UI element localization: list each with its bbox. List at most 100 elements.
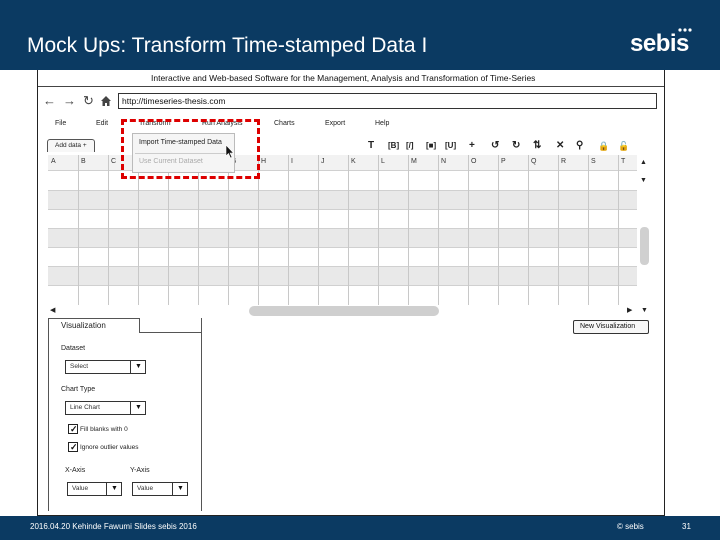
browser-mockup: Interactive and Web-based Software for t…: [37, 70, 665, 516]
reset-icon[interactable]: ⇅: [533, 140, 541, 152]
row-divider: [48, 190, 637, 191]
row-divider: [48, 247, 637, 248]
dropdown-arrow[interactable]: ▼: [130, 361, 145, 373]
dataset-select[interactable]: Select ▼: [65, 360, 146, 374]
y-axis-select[interactable]: Value ▼: [132, 482, 188, 496]
x-axis-value: Value: [72, 485, 89, 492]
column-divider: [108, 155, 109, 305]
refresh-icon[interactable]: ↻: [83, 93, 94, 109]
app-title-bar: Interactive and Web-based Software for t…: [38, 70, 664, 87]
column-divider: [588, 155, 589, 305]
chart-type-value: Line Chart: [70, 404, 100, 411]
vertical-scrollbar-thumb[interactable]: [640, 227, 649, 265]
url-bar[interactable]: http://timeseries-thesis.com: [118, 93, 657, 109]
undo-icon[interactable]: ↺: [491, 140, 499, 152]
ignore-outliers-label: Ignore outlier values: [80, 444, 139, 451]
scroll-up-icon[interactable]: ▲: [640, 158, 647, 167]
url-text: http://timeseries-thesis.com: [122, 96, 226, 106]
dropdown-arrow[interactable]: ▼: [130, 402, 145, 414]
table-row[interactable]: [48, 228, 637, 247]
scroll-down-icon[interactable]: ▼: [641, 306, 648, 315]
tab-visualization-label: Visualization: [61, 321, 106, 330]
table-row[interactable]: [48, 190, 637, 209]
x-axis-label: X-Axis: [65, 467, 86, 474]
column-divider: [468, 155, 469, 305]
back-arrow-icon[interactable]: ←: [43, 93, 56, 109]
row-divider: [48, 266, 637, 267]
chevron-down-icon: ▼: [177, 485, 184, 492]
menu-charts[interactable]: Charts: [274, 120, 295, 127]
column-divider: [618, 155, 619, 305]
column-divider: [558, 155, 559, 305]
tab-visualization[interactable]: Visualization: [48, 318, 140, 333]
panel-border: [140, 332, 201, 333]
ignore-outliers-checkbox[interactable]: ✓: [68, 442, 78, 452]
tab-add-data-label: Add data +: [55, 142, 87, 149]
column-divider: [318, 155, 319, 305]
dropdown-arrow[interactable]: ▼: [172, 483, 187, 495]
panel-divider: [201, 318, 202, 511]
footer-copyright: © sebis: [617, 522, 644, 531]
slide-title: Mock Ups: Transform Time-stamped Data I: [27, 34, 428, 57]
menu-help[interactable]: Help: [375, 120, 389, 127]
menu-export[interactable]: Export: [325, 120, 345, 127]
column-divider: [78, 155, 79, 305]
menu-edit[interactable]: Edit: [96, 120, 108, 127]
scroll-right-icon[interactable]: ▶: [627, 306, 632, 315]
chevron-down-icon: ▼: [135, 404, 142, 411]
fill-blanks-checkbox[interactable]: ✓: [68, 424, 78, 434]
chart-type-label: Chart Type: [61, 386, 96, 393]
y-axis-value: Value: [137, 485, 154, 492]
dropdown-arrow[interactable]: ▼: [106, 483, 121, 495]
panel-border: [48, 333, 49, 511]
dataset-label: Dataset: [61, 345, 86, 352]
text-icon[interactable]: T: [368, 140, 374, 152]
slide-footer: 2016.04.20 Kehinde Fawumi Slides sebis 2…: [0, 516, 720, 540]
horizontal-scrollbar-thumb[interactable]: [249, 306, 439, 316]
column-divider: [408, 155, 409, 305]
row-divider: [48, 209, 637, 210]
fill-blanks-label: Fill blanks with 0: [80, 426, 128, 433]
column-divider: [438, 155, 439, 305]
column-divider: [378, 155, 379, 305]
italic-icon[interactable]: [/]: [406, 140, 414, 152]
column-divider: [288, 155, 289, 305]
add-icon[interactable]: +: [469, 140, 475, 152]
redo-icon[interactable]: ↻: [512, 140, 520, 152]
page-number: 31: [682, 522, 691, 531]
footer-text: 2016.04.20 Kehinde Fawumi Slides sebis 2…: [30, 522, 197, 531]
checkmark-icon: ✓: [70, 424, 78, 434]
logo-dots-icon: [678, 28, 692, 32]
chart-type-select[interactable]: Line Chart ▼: [65, 401, 146, 415]
lock-icon[interactable]: 🔒: [598, 140, 609, 152]
y-axis-label: Y-Axis: [130, 467, 150, 474]
bold-icon[interactable]: [B]: [388, 140, 399, 152]
x-axis-select[interactable]: Value ▼: [67, 482, 122, 496]
dataset-value: Select: [70, 363, 89, 370]
delete-icon[interactable]: ✕: [556, 140, 564, 152]
new-visualization-button[interactable]: New Visualization: [573, 320, 649, 334]
table-row[interactable]: [48, 266, 637, 285]
app-title: Interactive and Web-based Software for t…: [151, 73, 536, 83]
row-divider: [48, 285, 637, 286]
underline-icon[interactable]: [U]: [445, 140, 456, 152]
forward-arrow-icon[interactable]: →: [63, 93, 76, 109]
scroll-left-icon[interactable]: ◀: [50, 306, 55, 315]
slide-header: Mock Ups: Transform Time-stamped Data I …: [0, 0, 720, 70]
menu-file[interactable]: File: [55, 120, 66, 127]
new-visualization-label: New Visualization: [580, 323, 636, 330]
home-icon[interactable]: [100, 95, 112, 107]
unlock-icon[interactable]: 🔓: [618, 140, 629, 152]
row-divider: [48, 228, 637, 229]
tab-add-data[interactable]: Add data +: [47, 139, 95, 152]
scroll-down-small-icon[interactable]: ▼: [640, 176, 647, 185]
checkmark-icon: ✓: [70, 442, 78, 452]
search-icon[interactable]: ⚲: [576, 140, 583, 152]
chevron-down-icon: ▼: [111, 485, 118, 492]
fill-icon[interactable]: [■]: [426, 140, 436, 152]
column-divider: [528, 155, 529, 305]
column-divider: [498, 155, 499, 305]
column-divider: [348, 155, 349, 305]
chevron-down-icon: ▼: [135, 363, 142, 370]
highlight-box: [121, 119, 260, 179]
